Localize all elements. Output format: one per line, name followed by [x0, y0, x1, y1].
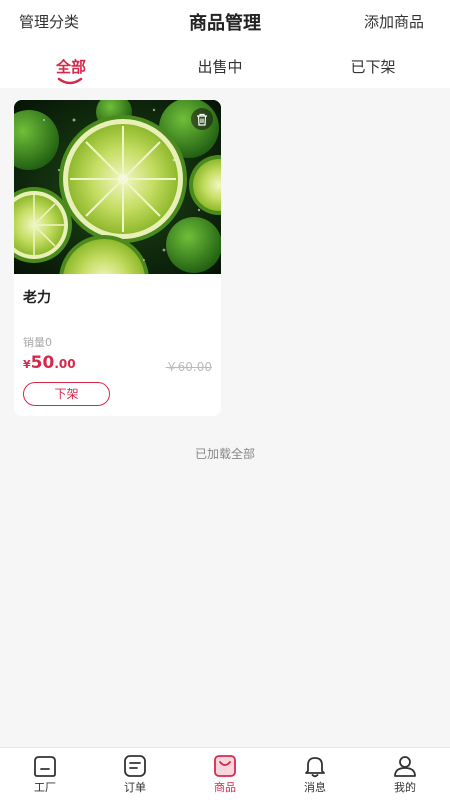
active-tab-indicator — [57, 77, 83, 85]
product-name: 老力 — [23, 290, 51, 306]
bell-icon — [305, 757, 325, 778]
product-price: ¥50.00 — [23, 353, 76, 373]
tabbar-label: 工厂 — [34, 781, 56, 794]
product-card[interactable]: 老力 销量0 ¥50.00 ￥60.00 下架 — [14, 100, 221, 416]
delete-product-button[interactable] — [191, 108, 213, 130]
filter-tabs: 全部 出售中 已下架 — [0, 44, 450, 88]
tabbar-label: 消息 — [304, 781, 326, 794]
sales-count: 销量0 — [23, 336, 52, 349]
goods-icon — [214, 755, 236, 777]
tabbar-label: 订单 — [124, 781, 146, 794]
tabbar-item-factory[interactable]: 工厂 — [15, 754, 75, 795]
tab-on-sale[interactable]: 出售中 — [175, 56, 265, 77]
lime-slices-photo — [14, 100, 221, 325]
tab-all[interactable]: 全部 — [26, 56, 116, 77]
original-price: ￥60.00 — [165, 360, 212, 374]
tabbar-item-goods[interactable]: 商品 — [195, 754, 255, 795]
tabbar-label: 我的 — [394, 781, 416, 794]
tabbar-label: 商品 — [214, 781, 236, 794]
price-integer: 50 — [30, 353, 55, 373]
tabbar-item-orders[interactable]: 订单 — [105, 754, 165, 795]
tab-off-shelf[interactable]: 已下架 — [328, 56, 418, 77]
order-icon — [124, 755, 146, 777]
add-product-button[interactable]: 添加商品 — [364, 11, 424, 32]
tabbar-item-mine[interactable]: 我的 — [375, 754, 435, 795]
trash-icon — [197, 113, 207, 126]
top-header: 管理分类 商品管理 添加商品 — [0, 0, 450, 44]
list-end-text: 已加载全部 — [194, 447, 255, 461]
take-off-shelf-button[interactable]: 下架 — [23, 382, 110, 406]
bottom-tab-bar: 工厂 订单 商品 消息 我的 — [0, 747, 450, 800]
price-decimal: .00 — [54, 357, 76, 371]
user-icon — [394, 756, 416, 777]
tabbar-item-messages[interactable]: 消息 — [285, 754, 345, 795]
product-image[interactable] — [14, 100, 221, 325]
price-currency: ¥ — [23, 358, 31, 371]
factory-icon — [34, 756, 56, 777]
